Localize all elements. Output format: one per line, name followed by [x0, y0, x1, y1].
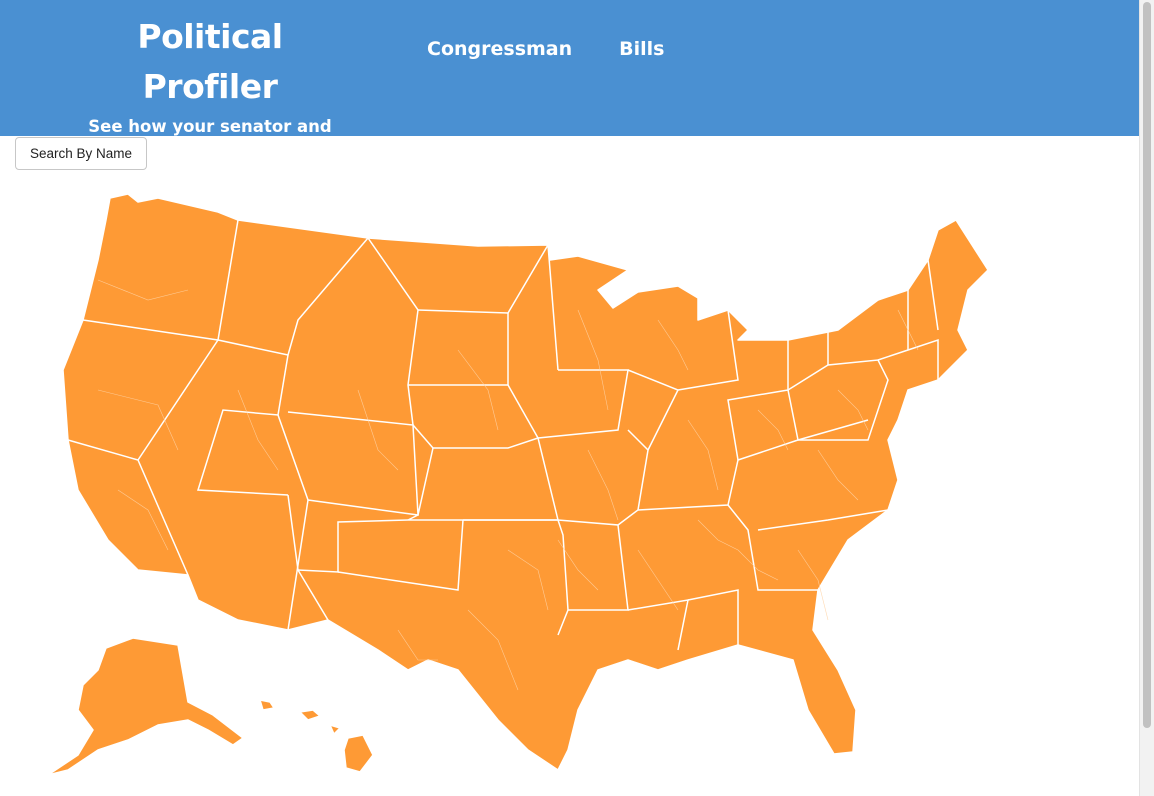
state-region[interactable] — [329, 724, 341, 735]
map-regions — [47, 193, 989, 776]
nav-congressman[interactable]: Congressman — [427, 38, 572, 60]
search-by-name-button[interactable]: Search By Name — [15, 137, 147, 170]
state-region[interactable] — [62, 193, 989, 771]
state-region[interactable] — [343, 734, 374, 773]
state-region[interactable] — [47, 637, 244, 776]
nav-bills[interactable]: Bills — [619, 38, 664, 60]
state-region[interactable] — [299, 709, 321, 721]
site-title[interactable]: Political Profiler — [70, 12, 350, 112]
us-district-map[interactable] — [38, 190, 998, 790]
scrollbar-thumb[interactable] — [1143, 2, 1151, 728]
site-header: Political Profiler See how your senator … — [0, 0, 1140, 174]
page-scrollbar[interactable] — [1139, 0, 1154, 796]
state-region[interactable] — [259, 699, 275, 711]
main-nav: Congressman Bills — [427, 38, 665, 60]
